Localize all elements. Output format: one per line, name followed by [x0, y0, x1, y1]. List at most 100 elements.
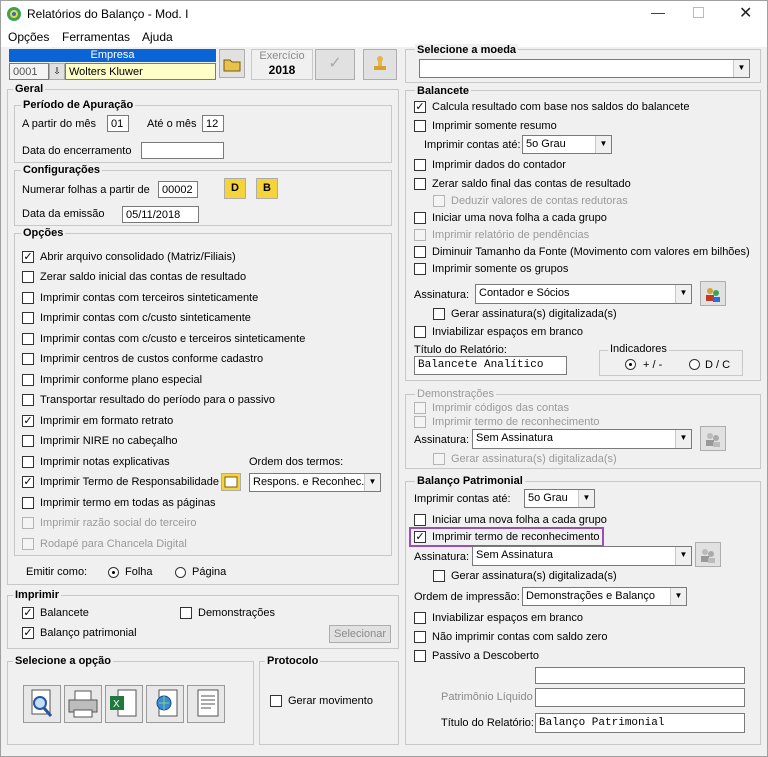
export-excel-button[interactable]: X: [105, 685, 143, 723]
opcao-label: Transportar resultado do período para o …: [40, 394, 276, 406]
bp-passivo-field[interactable]: [535, 667, 745, 684]
opcoes-title: Opções: [21, 227, 66, 239]
opcao-checkbox[interactable]: [22, 312, 34, 324]
selecionar-button[interactable]: Selecionar: [329, 625, 391, 643]
chevron-down-icon: ▼: [675, 547, 691, 565]
deduzir-checkbox[interactable]: [433, 195, 445, 207]
bp-assinatura-select[interactable]: Sem Assinatura ▼: [472, 546, 692, 566]
zerar-checkbox[interactable]: [414, 178, 426, 190]
opcao-checkbox[interactable]: [22, 292, 34, 304]
ind-plus-minus-radio[interactable]: [625, 359, 636, 370]
bp-ordem-value: Demonstrações e Balanço: [526, 590, 656, 602]
bp-passivo-checkbox[interactable]: [414, 650, 426, 662]
dem-assinatura-label: Assinatura:: [414, 434, 470, 446]
number-from-field[interactable]: 00002: [158, 181, 198, 198]
to-month-field[interactable]: 12: [202, 115, 224, 132]
bp-nova-folha-checkbox[interactable]: [414, 514, 426, 526]
preview-button[interactable]: [23, 685, 61, 723]
grupos-checkbox[interactable]: [414, 263, 426, 275]
bp-contas-select[interactable]: 5o Grau ▼: [524, 489, 595, 508]
menu-opcoes[interactable]: Opções: [8, 30, 49, 44]
opcao-checkbox[interactable]: [22, 517, 34, 529]
opcao-checkbox[interactable]: ✓: [22, 251, 34, 263]
closing-date-field[interactable]: [141, 142, 224, 159]
maximize-icon[interactable]: [693, 7, 704, 18]
exercicio-box: Exercício 2018: [251, 49, 313, 80]
opcao-checkbox[interactable]: [22, 456, 34, 468]
minimize-icon[interactable]: —: [651, 4, 665, 20]
dem-gerar-assin-label: Gerar assinatura(s) digitalizada(s): [451, 453, 617, 465]
bp-titulo-field[interactable]: Balanço Patrimonial: [535, 713, 745, 733]
d-button[interactable]: D: [224, 178, 246, 199]
bal-contas-label: Imprimir contas até:: [424, 139, 521, 151]
bp-termo-checkbox[interactable]: ✓: [414, 531, 426, 543]
stamp-button[interactable]: [363, 49, 397, 80]
confirm-button[interactable]: ✓: [315, 49, 355, 80]
balanco-checkbox[interactable]: ✓: [22, 627, 34, 639]
bal-gerar-assin-checkbox[interactable]: [433, 308, 445, 320]
termo-config-button[interactable]: [221, 473, 241, 491]
bal-inviabilizar-label: Inviabilizar espaços em branco: [432, 326, 584, 338]
opcao-checkbox[interactable]: ✓: [22, 476, 34, 488]
bp-titulo-label: Título do Relatório:: [441, 717, 534, 729]
diminuir-checkbox[interactable]: [414, 246, 426, 258]
menu-ferramentas[interactable]: Ferramentas: [62, 30, 130, 44]
empresa-spin-button[interactable]: ⇩: [49, 63, 65, 80]
empresa-name-field[interactable]: Wolters Kluwer: [65, 63, 216, 80]
opcao-checkbox[interactable]: [22, 271, 34, 283]
opcao-checkbox[interactable]: [22, 538, 34, 550]
pendencias-label: Imprimir relatório de pendências: [432, 229, 590, 241]
bp-gerar-assin-checkbox[interactable]: [433, 570, 445, 582]
ordem-termos-select[interactable]: Respons. e Reconhec. ▼: [249, 473, 381, 492]
bp-inviabilizar-checkbox[interactable]: [414, 612, 426, 624]
opcao-checkbox[interactable]: ✓: [22, 415, 34, 427]
ordem-termos-label: Ordem dos termos:: [249, 456, 344, 468]
dem-gerar-assin-checkbox[interactable]: [433, 453, 445, 465]
gerar-movimento-checkbox[interactable]: [270, 695, 282, 707]
window-title: Relatórios do Balanço - Mod. I: [27, 7, 189, 21]
opcao-checkbox[interactable]: [22, 374, 34, 386]
calcula-checkbox[interactable]: ✓: [414, 101, 426, 113]
from-month-field[interactable]: 01: [107, 115, 129, 132]
indicadores-title: Indicadores: [608, 343, 669, 356]
bal-assinatura-select[interactable]: Contador e Sócios ▼: [475, 284, 692, 304]
close-icon[interactable]: ✕: [739, 3, 752, 23]
opcao-checkbox[interactable]: [22, 497, 34, 509]
bal-inviabilizar-checkbox[interactable]: [414, 326, 426, 338]
bp-pl-field[interactable]: [535, 688, 745, 707]
moeda-select[interactable]: ▼: [419, 59, 750, 78]
bal-contas-select[interactable]: 5o Grau ▼: [522, 135, 612, 154]
bal-assinatura-button[interactable]: [700, 281, 726, 306]
bp-assinatura-button[interactable]: [695, 542, 721, 567]
bp-ordem-select[interactable]: Demonstrações e Balanço ▼: [522, 587, 687, 606]
export-web-button[interactable]: [146, 685, 184, 723]
pagina-radio[interactable]: [175, 567, 186, 578]
bp-nao-imprimir-checkbox[interactable]: [414, 631, 426, 643]
ind-dc-radio[interactable]: [689, 359, 700, 370]
resumo-checkbox[interactable]: [414, 120, 426, 132]
demonstracoes-checkbox[interactable]: [180, 607, 192, 619]
empresa-code-field[interactable]: 0001: [9, 63, 49, 80]
exercicio-year: 2018: [268, 63, 296, 77]
b-button[interactable]: B: [256, 178, 278, 199]
opcao-checkbox[interactable]: [22, 435, 34, 447]
opcao-checkbox[interactable]: [22, 333, 34, 345]
balancete-checkbox[interactable]: ✓: [22, 607, 34, 619]
menu-ajuda[interactable]: Ajuda: [142, 30, 173, 44]
contador-checkbox[interactable]: [414, 159, 426, 171]
opcao-checkbox[interactable]: [22, 394, 34, 406]
opcao-label: Imprimir razão social do terceiro: [40, 517, 197, 529]
bal-titulo-field[interactable]: Balancete Analítico: [414, 356, 567, 375]
dem-assinatura-button[interactable]: [700, 426, 726, 451]
dem-assinatura-select[interactable]: Sem Assinatura ▼: [472, 429, 692, 449]
codigos-checkbox[interactable]: [414, 402, 426, 414]
folha-radio[interactable]: [108, 567, 119, 578]
open-folder-button[interactable]: [219, 49, 245, 78]
print-button[interactable]: [64, 685, 102, 723]
export-text-button[interactable]: [187, 685, 225, 723]
issue-date-field[interactable]: 05/11/2018: [122, 206, 199, 223]
dem-termo-checkbox[interactable]: [414, 416, 426, 428]
pendencias-checkbox[interactable]: [414, 229, 426, 241]
opcao-checkbox[interactable]: [22, 353, 34, 365]
bal-nova-folha-checkbox[interactable]: [414, 212, 426, 224]
